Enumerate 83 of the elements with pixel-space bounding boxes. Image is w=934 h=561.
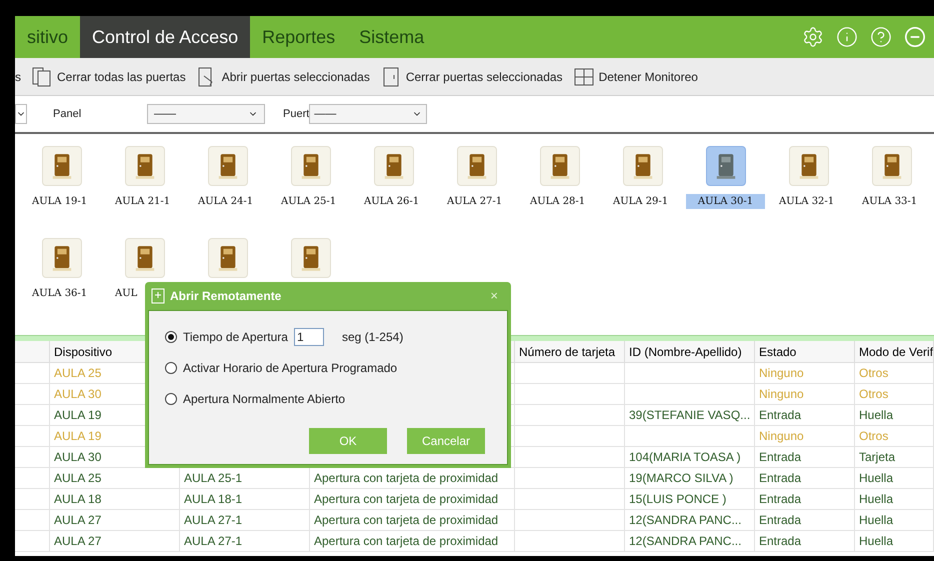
door-label[interactable]: AULA 26-1: [364, 194, 420, 209]
table-cell-text: Entrada: [759, 407, 802, 424]
door-label[interactable]: AULA 27-1: [447, 194, 502, 209]
radio-button[interactable]: [165, 331, 177, 343]
table-cell-text: Apertura con tarjeta de proximidad: [314, 491, 498, 508]
unit-label: seg (1-254): [342, 329, 404, 346]
toolbar-button[interactable]: Cerrar puertas seleccionadas: [380, 66, 563, 88]
column-header[interactable]: Modo de Verif: [855, 341, 934, 362]
table-cell-text: Huella: [859, 491, 894, 508]
table-cell-text: Entrada: [759, 449, 802, 466]
table-cell-text: Ninguno: [759, 365, 804, 382]
column-header[interactable]: ID (Nombre-Apellido): [625, 341, 755, 362]
table-cell-text: Otros: [859, 365, 888, 382]
table-cell-text: Huella: [859, 470, 894, 487]
door-label[interactable]: AULA 19-1: [32, 194, 88, 209]
toolbar-button[interactable]: Detener Monitoreo: [572, 66, 698, 88]
door-label[interactable]: AULA 30-1: [686, 194, 766, 209]
table-cell-text: AULA 30: [54, 449, 102, 466]
door-select[interactable]: ——: [309, 104, 428, 124]
table-cell-text: Otros: [859, 386, 888, 403]
table-cell-text: AULA 27: [54, 533, 102, 550]
table-cell-text: Tarjeta: [859, 449, 896, 466]
table-cell-text: AULA 25-1: [184, 470, 242, 487]
monitor-icon: [572, 66, 595, 88]
door-label[interactable]: AULA 25-1: [281, 194, 336, 209]
table-cell-text: 19(MARCO SILVA ): [629, 470, 734, 487]
table-cell-text: AULA 27: [54, 512, 102, 529]
door-label[interactable]: AULA 29-1: [613, 194, 668, 209]
table-cell-text: Entrada: [759, 470, 802, 487]
table-cell-text: 39(STEFANIE VASQ...: [629, 407, 750, 424]
table-cell-text: Ninguno: [759, 386, 804, 403]
nav-tab[interactable]: sitivo: [15, 16, 80, 58]
panel-select[interactable]: ——: [147, 104, 265, 124]
door-label[interactable]: AULA 28-1: [530, 194, 586, 209]
table-cell-text: Huella: [859, 512, 894, 529]
table-cell-text: AULA 18-1: [184, 491, 242, 508]
table-cell-text: Apertura con tarjeta de proximidad: [314, 470, 498, 487]
table-cell-text: AULA 27-1: [184, 533, 242, 550]
table-cell-text: Entrada: [759, 512, 802, 529]
radio-label: Activar Horario de Apertura Programado: [183, 360, 398, 377]
door-label[interactable]: AULA 32-1: [779, 194, 834, 209]
toolbar-button[interactable]: s: [15, 68, 21, 86]
radio-label: Tiempo de Apertura: [183, 329, 288, 346]
table-cell-text: Entrada: [759, 533, 802, 550]
table-cell-text: Apertura con tarjeta de proximidad: [314, 533, 498, 550]
nav-tab[interactable]: Sistema: [347, 16, 436, 58]
door-label[interactable]: AUL: [115, 286, 138, 301]
table-cell-text: AULA 25: [54, 365, 102, 382]
column-header[interactable]: Estado: [755, 341, 855, 362]
table-cell-text: AULA 30: [54, 386, 102, 403]
table-cell-text: Huella: [859, 407, 894, 424]
toolbar-button[interactable]: Cerrar todas las puertas: [31, 66, 186, 88]
door-label[interactable]: AULA 24-1: [198, 194, 254, 209]
table-cell-text: AULA 19: [54, 407, 102, 424]
door-label[interactable]: AULA 21-1: [115, 194, 170, 209]
door-label[interactable]: AULA 36-1: [32, 286, 88, 301]
nav-tab[interactable]: Control de Acceso: [80, 16, 250, 58]
table-cell-text: AULA 27-1: [184, 512, 242, 529]
door-label: Puert: [283, 106, 310, 122]
toolbar-button[interactable]: Abrir puertas seleccionadas: [196, 66, 370, 88]
table-cell-text: Otros: [859, 428, 888, 445]
dropdown[interactable]: [15, 104, 27, 124]
duration-field[interactable]: 1: [294, 328, 324, 346]
radio-button[interactable]: [165, 362, 177, 374]
table-cell-text: AULA 19: [54, 428, 102, 445]
table-cell-text: AULA 18: [54, 491, 102, 508]
table-cell-text: Ninguno: [759, 428, 804, 445]
table-cell-text: 104(MARIA TOASA ): [629, 449, 741, 466]
column-header[interactable]: Número de tarjeta: [515, 341, 625, 362]
dialog-title: Abrir Remotamente: [170, 288, 282, 305]
table-cell-text: 12(SANDRA PANC...: [629, 512, 742, 529]
table-cell-text: AULA 25: [54, 470, 102, 487]
nav-tab[interactable]: Reportes: [250, 16, 348, 58]
radio-button[interactable]: [165, 393, 177, 405]
table-cell-text: Apertura con tarjeta de proximidad: [314, 512, 498, 529]
table-cell-text: 12(SANDRA PANC...: [629, 533, 742, 550]
table-cell-text: Entrada: [759, 491, 802, 508]
doors-icon: [31, 66, 53, 88]
radio-label: Apertura Normalmente Abierto: [183, 391, 346, 408]
door-label[interactable]: AULA 33-1: [862, 194, 918, 209]
panel-label: Panel: [53, 106, 82, 122]
table-cell-text: 15(LUIS PONCE ): [629, 491, 726, 508]
table-cell-text: Huella: [859, 533, 894, 550]
